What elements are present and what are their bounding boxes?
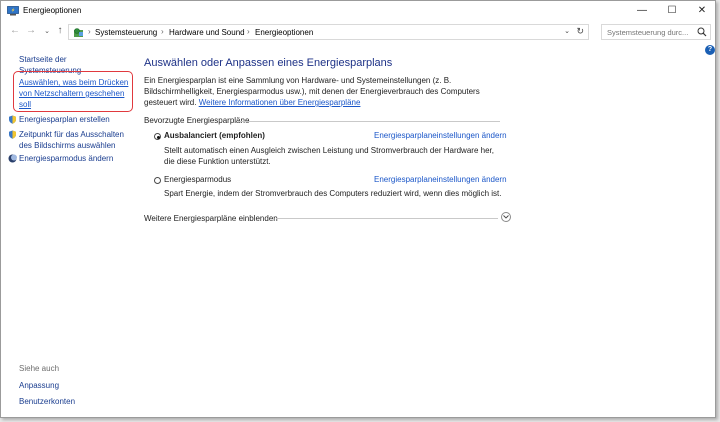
breadcrumb-energy-options[interactable]: Energieoptionen [255,28,313,37]
sidebar: Startseite der Systemsteuerung Auswählen… [1,42,133,418]
chevron-down-icon [503,215,509,219]
moon-icon [8,154,17,163]
breadcrumb-control-panel[interactable]: Systemsteuerung [95,28,157,37]
personalization-link[interactable]: Anpassung [19,380,59,391]
breadcrumb-separator: › [161,27,164,36]
back-button[interactable]: ← [9,25,21,36]
expand-plans-button[interactable] [501,212,511,222]
title-bar: Energieoptionen — ☐ ✕ [1,1,715,22]
search-box [601,24,711,40]
up-button[interactable]: ↑ [54,25,66,36]
plan-balanced-description: Stellt automatisch einen Ausgleich zwisc… [164,146,494,166]
forward-button[interactable]: → [25,25,37,36]
page-description: Ein Energiesparplan ist eine Sammlung vo… [144,75,509,108]
breadcrumb-separator: › [88,27,91,36]
plan-power-saver-name[interactable]: Energiesparmodus [164,175,231,184]
address-box[interactable]: › Systemsteuerung › Hardware und Sound ›… [68,24,589,40]
page-title: Auswählen oder Anpassen eines Energiespa… [144,57,393,69]
breadcrumb-hardware-sound[interactable]: Hardware und Sound [169,28,245,37]
refresh-icon[interactable]: ↻ [576,26,584,37]
create-plan-link[interactable]: Energiesparplan erstellen [19,114,110,125]
plan-balanced-settings-link[interactable]: Energiesparplaneinstellungen ändern [374,131,507,140]
shield-icon [9,115,16,124]
power-buttons-link[interactable]: Auswählen, was beim Drücken von Netzscha… [19,77,129,110]
search-icon[interactable] [697,27,707,37]
user-accounts-link[interactable]: Benutzerkonten [19,396,75,407]
shield-icon [9,130,16,139]
minimize-button[interactable]: — [627,1,657,21]
show-more-plans-label[interactable]: Weitere Energiesparpläne einblenden [144,214,278,223]
plan-power-saver-description: Spart Energie, indem der Stromverbrauch … [164,189,502,198]
more-plans-divider [276,218,498,219]
maximize-button[interactable]: ☐ [657,1,687,21]
address-bar-row: ← → ⌄ ↑ › Systemsteuerung › Hardware und… [1,22,715,42]
preferred-plans-label: Bevorzugte Energiesparpläne [144,116,250,125]
sleep-mode-link[interactable]: Energiesparmodus ändern [19,153,113,164]
control-panel-icon [74,28,83,37]
recent-locations-dropdown[interactable]: ⌄ [41,27,53,35]
display-off-time-link[interactable]: Zeitpunkt für das Ausschalten des Bildsc… [19,129,127,151]
group-divider [238,121,500,122]
see-also-heading: Siehe auch [19,364,60,373]
plan-power-saver-radio[interactable] [154,177,161,184]
close-button[interactable]: ✕ [687,1,717,21]
address-dropdown-icon[interactable]: ⌄ [564,27,570,35]
plan-power-saver-settings-link[interactable]: Energiesparplaneinstellungen ändern [374,175,507,184]
plan-balanced-name[interactable]: Ausbalanciert (empfohlen) [164,131,265,140]
breadcrumb-separator: › [247,27,250,36]
main-content: Auswählen oder Anpassen eines Energiespa… [142,42,712,412]
window-title: Energieoptionen [23,6,82,15]
search-input[interactable] [602,25,703,39]
energy-options-window: Energieoptionen — ☐ ✕ ← → ⌄ ↑ › Systemst… [0,0,716,418]
more-info-link[interactable]: Weitere Informationen über Energiesparpl… [199,98,361,107]
power-options-icon [7,6,19,16]
plan-balanced-radio[interactable] [154,133,161,140]
